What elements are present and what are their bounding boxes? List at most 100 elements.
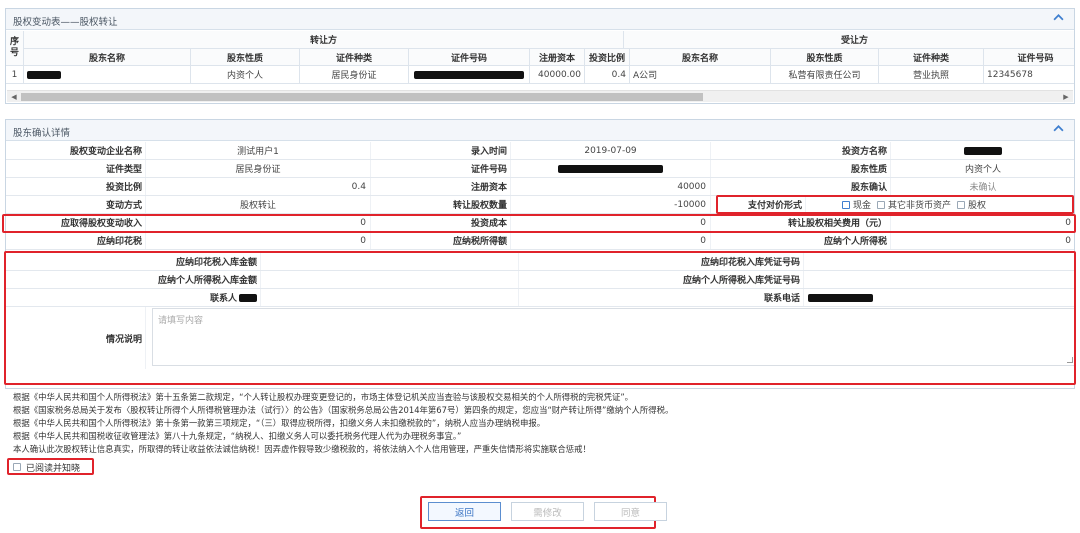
fees-value[interactable]: 0 [891,214,1074,231]
transfer-qty-value: -10000 [511,196,711,213]
non-monetary-checkbox[interactable] [877,200,886,209]
personal-voucher-input[interactable] [804,271,1074,288]
reg-capital: 40000.00 [530,66,585,84]
field-row: 变动方式 股权转让 转让股权数量 -10000 支付对价形式 现金 其它非货币资… [6,196,1074,214]
note-line: 本人确认此次股权转让信息真实，所取得的转让收益依法诚信纳税！因弄虚作假导致少缴税… [13,443,591,454]
confirm-label: 股东确认 [711,178,891,195]
horizontal-scrollbar[interactable]: ◀ ▶ [7,90,1073,102]
remark-label: 情况说明 [6,307,146,369]
non-monetary-option-label: 其它非货币资产 [888,201,952,211]
ack-label: 已阅读并知晓 [26,463,81,474]
col-transferor-nature: 股东性质 [191,49,300,66]
equity-option-label: 股权 [968,201,987,211]
income-value[interactable]: 0 [146,214,371,231]
panel-title: 股权变动表——股权转让 [13,17,118,28]
col-transferor-id-type: 证件种类 [300,49,409,66]
investor-name-redacted [891,142,1074,159]
field-row: 投资比例 0.4 注册资本 40000 股东确认 未确认 [6,178,1074,196]
legal-notes: 根据《中华人民共和国个人所得税法》第十五条第二款规定，“个人转让股权办理变更登记… [13,391,1073,456]
scrollbar-thumb[interactable] [21,93,703,101]
transferee-name: A公司 [630,66,771,84]
field-row: 股权变动企业名称 测试用户1 录入时间 2019-07-09 投资方名称 [6,142,1074,160]
panel-header: 股东确认详情 [6,120,1074,141]
invest-cost-label: 投资成本 [371,214,511,231]
confirm-value: 未确认 [891,178,1074,195]
personal-voucher-label: 应纳个人所得税入库凭证号码 [519,271,804,288]
fees-label: 转让股权相关费用（元） [711,214,891,231]
field-row: 应纳印花税入库金额 应纳印花税入库凭证号码 [6,253,1074,271]
field-row: 联系人 联系电话 [6,289,1074,307]
stamp-voucher-input[interactable] [804,253,1074,270]
col-transferee-nature: 股东性质 [771,49,879,66]
stamp-voucher-label: 应纳印花税入库凭证号码 [519,253,804,270]
personal-tax-value: 0 [891,232,1074,249]
stamp-tax-value: 0 [146,232,371,249]
income-tax-value: 0 [511,232,711,249]
reg-capital-label: 注册资本 [371,178,511,195]
shareholder-confirm-panel: 股东确认详情 股权变动企业名称 测试用户1 录入时间 2019-07-09 投资… [5,119,1075,389]
col-transferor-name: 股东名称 [24,49,191,66]
transferee-id-type: 营业执照 [879,66,984,84]
change-company-value: 测试用户1 [146,142,371,159]
scroll-left-icon[interactable]: ◀ [9,92,19,102]
investor-name-label: 投资方名称 [711,142,891,159]
col-transferee-id-type: 证件种类 [879,49,984,66]
back-button[interactable]: 返回 [428,502,501,521]
agree-button[interactable]: 同意 [594,502,667,521]
change-method-value: 股权转让 [146,196,371,213]
modify-button[interactable]: 需修改 [511,502,584,521]
resize-grip-icon[interactable] [1067,357,1073,363]
seq-header-text: 序号 [9,37,19,58]
personal-tax-label: 应纳个人所得税 [711,232,891,249]
transferor-id-no-redacted [409,66,530,84]
remark-textarea[interactable]: 请填写内容 [152,308,1074,366]
entry-time-label: 录入时间 [371,142,511,159]
note-line: 根据《中华人民共和国个人所得税法》第十五条第二款规定，“个人转让股权办理变更登记… [13,392,634,402]
contact-input[interactable] [261,289,519,306]
personal-paid-label: 应纳个人所得税入库金额 [6,271,261,288]
scroll-right-icon[interactable]: ▶ [1061,92,1071,102]
id-type-value: 居民身份证 [146,160,371,177]
personal-paid-input[interactable] [261,271,519,288]
change-company-label: 股权变动企业名称 [6,142,146,159]
payment-label: 支付对价形式 [711,196,806,213]
seq-header: 序号 [6,31,24,66]
col-transferee-name: 股东名称 [630,49,771,66]
field-row: 应取得股权变动收入 0 投资成本 0 转让股权相关费用（元） 0 [6,214,1074,232]
field-row: 应纳印花税 0 应纳税所得额 0 应纳个人所得税 0 [6,232,1074,250]
ack-checkbox[interactable] [13,463,21,471]
id-type-label: 证件类型 [6,160,146,177]
income-label: 应取得股权变动收入 [6,214,146,231]
chevron-up-icon[interactable] [1052,12,1064,24]
stamp-paid-label: 应纳印花税入库金额 [6,253,261,270]
note-line: 根据《中华人民共和国个人所得税法》第十条第一款第三项规定，“（三）取得应税所得，… [13,417,546,428]
contact-label-text: 联系人 [209,294,237,304]
transferor-nature: 内资个人 [191,66,300,84]
income-tax-label: 应纳税所得额 [371,232,511,249]
invest-ratio-value: 0.4 [146,178,371,195]
invest-ratio-label: 投资比例 [6,178,146,195]
panel-header: 股权变动表——股权转让 [6,9,1074,30]
invest-cost-value[interactable]: 0 [511,214,711,231]
col-ratio: 投资比例 [585,49,630,66]
shareholder-nature-value: 内资个人 [891,160,1074,177]
stamp-tax-label: 应纳印花税 [6,232,146,249]
phone-label: 联系电话 [519,289,804,306]
remark-placeholder: 请填写内容 [158,316,204,326]
note-line: 根据《国家税务总局关于发布〈股权转让所得个人所得税管理办法（试行）〉的公告》（国… [13,404,674,415]
col-transferor-id-no: 证件号码 [409,49,530,66]
transferee-group-header: 受让方 [624,31,1074,49]
stamp-paid-input[interactable] [261,253,519,270]
ack-checkbox-row[interactable]: 已阅读并知晓 [11,460,80,474]
phone-input[interactable] [804,289,1074,306]
equity-transfer-panel: 股权变动表——股权转让 序号 转让方 受让方 股东名称 股东性质 证件种类 证件… [5,8,1075,104]
chevron-up-icon[interactable] [1052,123,1064,135]
transferee-id-no: 12345678 [984,66,1074,84]
cash-checkbox[interactable] [842,200,850,209]
payment-options: 现金 其它非货币资产 股权 [806,196,1074,213]
col-reg-capital: 注册资本 [530,49,585,66]
ratio: 0.4 [585,66,630,84]
table-row[interactable]: 1 内资个人 居民身份证 40000.00 0.4 A公司 私营有限责任公司 营… [6,66,1074,84]
transferor-id-type: 居民身份证 [300,66,409,84]
equity-checkbox[interactable] [957,200,966,209]
